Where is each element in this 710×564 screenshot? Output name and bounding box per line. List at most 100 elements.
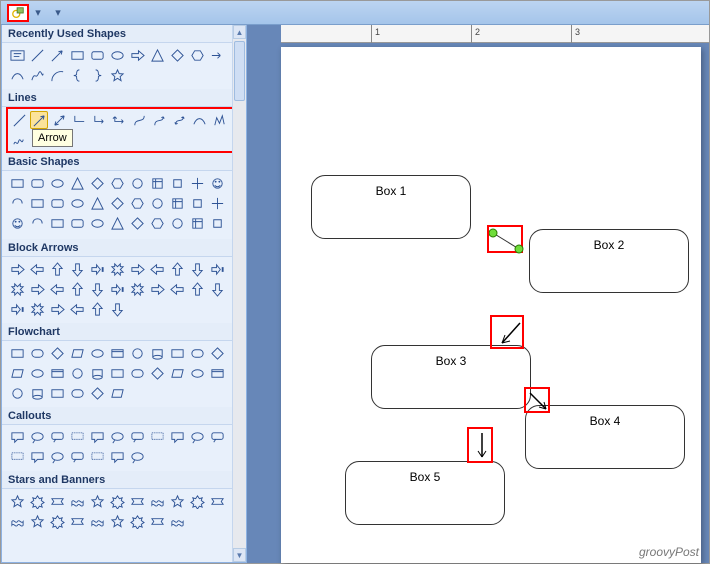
- shape-item[interactable]: [188, 344, 206, 362]
- panel-scrollbar[interactable]: ▲ ▼: [232, 25, 246, 562]
- shape-item[interactable]: [188, 428, 206, 446]
- shape-item[interactable]: [188, 280, 206, 298]
- shape-item[interactable]: [88, 364, 106, 382]
- scroll-thumb[interactable]: [234, 41, 245, 101]
- shape-item[interactable]: [168, 492, 186, 510]
- scroll-up-icon[interactable]: ▲: [233, 25, 246, 39]
- shape-item[interactable]: [148, 492, 166, 510]
- shape-item[interactable]: [68, 280, 86, 298]
- shape-item[interactable]: [28, 280, 46, 298]
- shape-item[interactable]: [68, 194, 86, 212]
- shape-item[interactable]: [68, 492, 86, 510]
- shape-item[interactable]: [168, 428, 186, 446]
- shape-item[interactable]: [88, 428, 106, 446]
- shape-item[interactable]: [108, 428, 126, 446]
- shape-item[interactable]: [8, 492, 26, 510]
- shape-item[interactable]: [208, 492, 226, 510]
- shape-item[interactable]: [68, 384, 86, 402]
- shape-item[interactable]: [108, 384, 126, 402]
- shape-item[interactable]: [208, 194, 226, 212]
- shape-item[interactable]: [168, 364, 186, 382]
- shape-item[interactable]: [108, 300, 126, 318]
- shape-item[interactable]: [148, 174, 166, 192]
- shape-item[interactable]: [148, 260, 166, 278]
- shape-right-arrow-block[interactable]: [128, 46, 146, 64]
- shape-item[interactable]: [88, 448, 106, 466]
- shape-item[interactable]: [8, 174, 26, 192]
- shape-item[interactable]: [168, 512, 186, 530]
- shape-item[interactable]: [128, 428, 146, 446]
- line-curve-tool[interactable]: [190, 111, 208, 129]
- shape-item[interactable]: [8, 512, 26, 530]
- shape-item[interactable]: [128, 512, 146, 530]
- line-elbow-arrow[interactable]: [90, 111, 108, 129]
- shape-item[interactable]: [148, 194, 166, 212]
- shape-item[interactable]: [208, 428, 226, 446]
- shape-item[interactable]: [28, 492, 46, 510]
- shape-item[interactable]: [128, 194, 146, 212]
- shape-item[interactable]: [88, 512, 106, 530]
- shape-item[interactable]: [108, 448, 126, 466]
- shape-item[interactable]: [8, 280, 26, 298]
- shape-item[interactable]: [68, 344, 86, 362]
- line-curved[interactable]: [130, 111, 148, 129]
- box-1[interactable]: Box 1: [311, 175, 471, 239]
- shape-item[interactable]: [68, 448, 86, 466]
- shape-item[interactable]: [188, 492, 206, 510]
- shape-item[interactable]: [68, 260, 86, 278]
- line-curved-double[interactable]: [170, 111, 188, 129]
- shape-item[interactable]: [8, 344, 26, 362]
- shape-item[interactable]: [68, 512, 86, 530]
- line-double-arrow[interactable]: [50, 111, 68, 129]
- shape-item[interactable]: [8, 448, 26, 466]
- shape-item[interactable]: [8, 194, 26, 212]
- shape-curve[interactable]: [8, 66, 26, 84]
- shape-item[interactable]: [108, 492, 126, 510]
- shape-item[interactable]: [68, 364, 86, 382]
- shape-item[interactable]: [48, 512, 66, 530]
- shape-item[interactable]: [88, 174, 106, 192]
- shape-item[interactable]: [148, 280, 166, 298]
- shape-item[interactable]: [188, 260, 206, 278]
- shape-item[interactable]: [188, 194, 206, 212]
- shape-item[interactable]: [88, 300, 106, 318]
- shape-item[interactable]: [28, 448, 46, 466]
- shape-item[interactable]: [108, 174, 126, 192]
- shape-item[interactable]: [88, 260, 106, 278]
- shape-item[interactable]: [148, 428, 166, 446]
- shape-item[interactable]: [68, 174, 86, 192]
- shape-item[interactable]: [188, 174, 206, 192]
- shape-item[interactable]: [28, 428, 46, 446]
- shape-item[interactable]: [28, 260, 46, 278]
- shape-item[interactable]: [88, 280, 106, 298]
- shape-item[interactable]: [148, 344, 166, 362]
- line-elbow[interactable]: [70, 111, 88, 129]
- shape-item[interactable]: [28, 194, 46, 212]
- shape-item[interactable]: [148, 364, 166, 382]
- line-straight[interactable]: [10, 111, 28, 129]
- shape-roundrect[interactable]: [88, 46, 106, 64]
- shape-hexagon[interactable]: [188, 46, 206, 64]
- shape-right-arrow-small[interactable]: [208, 46, 226, 64]
- shape-item[interactable]: [48, 344, 66, 362]
- shape-item[interactable]: [108, 512, 126, 530]
- shape-item[interactable]: [28, 174, 46, 192]
- shape-item[interactable]: [8, 364, 26, 382]
- shape-item[interactable]: [68, 214, 86, 232]
- shape-item[interactable]: [28, 384, 46, 402]
- shape-item[interactable]: [128, 448, 146, 466]
- shape-item[interactable]: [168, 174, 186, 192]
- shape-oval[interactable]: [108, 46, 126, 64]
- shape-item[interactable]: [168, 260, 186, 278]
- line-curved-arrow[interactable]: [150, 111, 168, 129]
- shape-item[interactable]: [8, 300, 26, 318]
- shape-item[interactable]: [48, 174, 66, 192]
- shape-item[interactable]: [8, 384, 26, 402]
- shape-item[interactable]: [68, 428, 86, 446]
- line-elbow-double[interactable]: [110, 111, 128, 129]
- shape-item[interactable]: [128, 492, 146, 510]
- shape-item[interactable]: [8, 214, 26, 232]
- shape-item[interactable]: [108, 364, 126, 382]
- shape-item[interactable]: [108, 280, 126, 298]
- shape-item[interactable]: [48, 428, 66, 446]
